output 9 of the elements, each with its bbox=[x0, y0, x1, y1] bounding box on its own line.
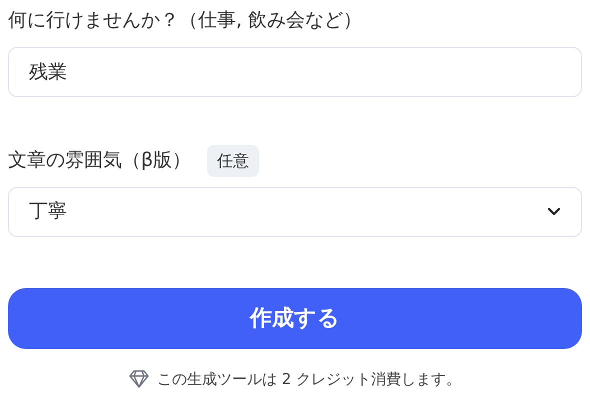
field-label: 何に行けませんか？（仕事, 飲み会など） bbox=[8, 8, 362, 33]
chevron-down-icon bbox=[547, 207, 561, 216]
create-button[interactable]: 作成する bbox=[8, 288, 582, 349]
field-label: 文章の雰囲気（β版） bbox=[8, 148, 192, 174]
text-field[interactable]: 残業 bbox=[8, 46, 582, 97]
diamond-icon bbox=[128, 370, 149, 388]
dropdown[interactable]: 丁寧 bbox=[8, 186, 582, 237]
credit-note: この生成ツールは 2 クレジット消費します。 bbox=[156, 368, 462, 390]
optional-tag: 任意 bbox=[207, 144, 260, 177]
